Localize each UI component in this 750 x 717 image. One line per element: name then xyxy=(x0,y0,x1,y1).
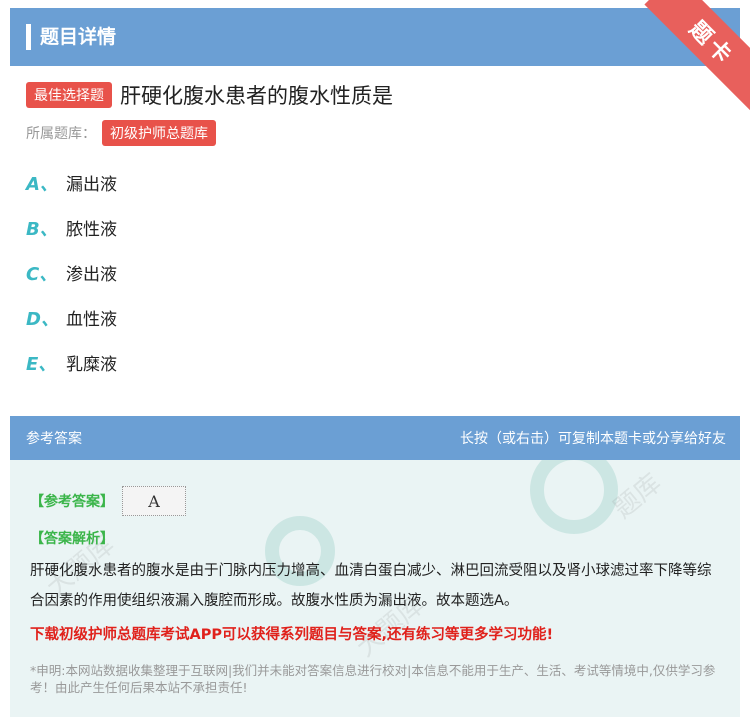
corner-badge-label: 题卡 xyxy=(644,0,750,111)
header-accent-bar xyxy=(26,24,31,50)
bank-label: 所属题库： xyxy=(26,126,96,142)
option-b[interactable]: B、 脓性液 xyxy=(26,215,117,260)
question-bank-line: 所属题库： 初级护师总题库 xyxy=(26,120,216,146)
option-letter: A、 xyxy=(26,174,58,195)
answer-label: 【参考答案】 xyxy=(30,494,114,510)
options-list: A、 漏出液 B、 脓性液 C、 渗出液 D、 血性液 E、 乳糜液 xyxy=(26,170,117,395)
question-line: 最佳选择题 肝硬化腹水患者的腹水性质是 xyxy=(26,80,393,110)
option-text: 漏出液 xyxy=(66,175,117,195)
option-letter: E、 xyxy=(26,354,57,375)
option-e[interactable]: E、 乳糜液 xyxy=(26,350,117,395)
option-letter: B、 xyxy=(26,219,58,240)
disclaimer-text: *申明:本网站数据收集整理于互联网|我们并未能对答案信息进行校对|本信息不能用于… xyxy=(30,663,716,695)
question-text: 肝硬化腹水患者的腹水性质是 xyxy=(120,84,393,108)
option-text: 乳糜液 xyxy=(66,355,117,375)
download-app-link[interactable]: 下载初级护师总题库考试APP可以获得系列题目与答案,还有练习等更多学习功能! xyxy=(30,623,553,644)
option-text: 脓性液 xyxy=(66,220,117,240)
option-letter: D、 xyxy=(26,309,59,330)
option-text: 血性液 xyxy=(66,310,117,330)
watermark: 题库 xyxy=(608,468,668,525)
question-type-tag: 最佳选择题 xyxy=(26,82,112,108)
analysis-text: 肝硬化腹水患者的腹水是由于门脉内压力增高、血清白蛋白减少、淋巴回流受阻以及肾小球… xyxy=(30,563,712,609)
page-header: 题目详情 xyxy=(10,8,740,66)
bank-tag-link[interactable]: 初级护师总题库 xyxy=(102,120,216,146)
analysis-label: 【答案解析】 xyxy=(30,531,114,547)
corner-badge: 题卡 xyxy=(636,0,750,114)
share-hint: 长按（或右击）可复制本题卡或分享给好友 xyxy=(460,431,726,447)
option-d[interactable]: D、 血性液 xyxy=(26,305,117,350)
option-text: 渗出液 xyxy=(66,265,117,285)
answer-image: A xyxy=(122,486,186,516)
option-c[interactable]: C、 渗出液 xyxy=(26,260,117,305)
answer-header: 参考答案 长按（或右击）可复制本题卡或分享给好友 xyxy=(10,416,740,460)
answer-row: 【参考答案】 A xyxy=(30,486,186,516)
answer-section-title: 参考答案 xyxy=(26,431,82,447)
page-title: 题目详情 xyxy=(40,26,117,48)
answer-panel: 大题库 大题库 题库 参考答案 长按（或右击）可复制本题卡或分享给好友 【参考答… xyxy=(10,416,740,717)
option-a[interactable]: A、 漏出液 xyxy=(26,170,117,215)
option-letter: C、 xyxy=(26,264,58,285)
